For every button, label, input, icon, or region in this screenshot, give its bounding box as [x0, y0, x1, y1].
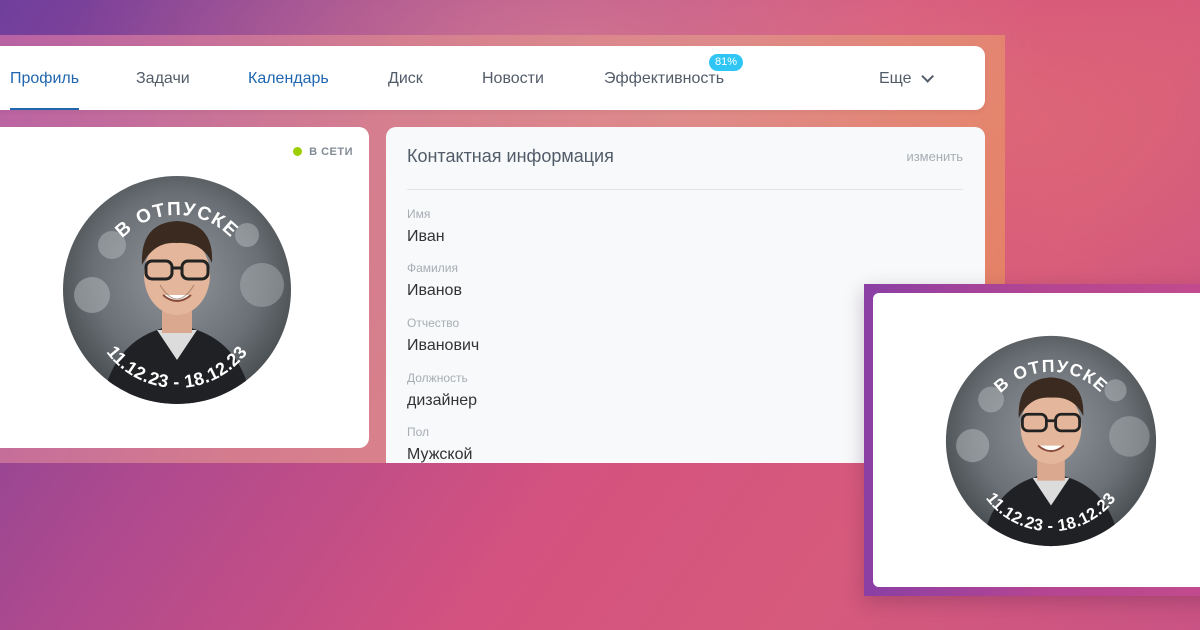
status-badge: В СЕТИ: [293, 146, 353, 158]
divider: [407, 189, 963, 190]
tab-news[interactable]: Новости: [482, 46, 544, 110]
field-value-gender: Мужской: [407, 446, 473, 463]
edit-link[interactable]: изменить: [906, 149, 963, 164]
field-label-position: Должность: [407, 371, 468, 385]
field-label-first-name: Имя: [407, 207, 431, 221]
tab-disk[interactable]: Диск: [388, 46, 423, 110]
popup-body: В ОТПУСКЕ 11.12.23 - 18.12.23: [873, 293, 1200, 587]
status-text: В СЕТИ: [309, 146, 353, 158]
more-menu[interactable]: Еще: [879, 46, 934, 110]
field-value-patronymic: Иванович: [407, 337, 480, 354]
tab-calendar[interactable]: Календарь: [248, 46, 329, 110]
avatar-preview-popup: В ОТПУСКЕ 11.12.23 - 18.12.23: [864, 284, 1200, 596]
field-value-last-name: Иванов: [407, 282, 462, 299]
avatar[interactable]: В ОТПУСКЕ 11.12.23 - 18.12.23: [62, 175, 292, 405]
tab-tasks[interactable]: Задачи: [136, 46, 190, 110]
contact-title: Контактная информация: [407, 146, 614, 166]
top-nav: Профиль Задачи Календарь Диск Новости Эф…: [0, 46, 985, 110]
efficiency-badge: 81%: [709, 54, 744, 71]
popup-avatar: В ОТПУСКЕ 11.12.23 - 18.12.23: [945, 335, 1157, 547]
field-value-position: дизайнер: [407, 392, 478, 409]
more-label: Еще: [879, 70, 912, 87]
chevron-down-icon: [920, 70, 934, 83]
online-dot-icon: [293, 147, 303, 156]
field-value-first-name: Иван: [407, 228, 445, 245]
field-label-patronymic: Отчество: [407, 316, 460, 330]
tab-efficiency[interactable]: Эффективность: [604, 46, 724, 110]
field-label-last-name: Фамилия: [407, 261, 458, 275]
field-label-gender: Пол: [407, 425, 430, 439]
tab-profile[interactable]: Профиль: [10, 46, 80, 110]
